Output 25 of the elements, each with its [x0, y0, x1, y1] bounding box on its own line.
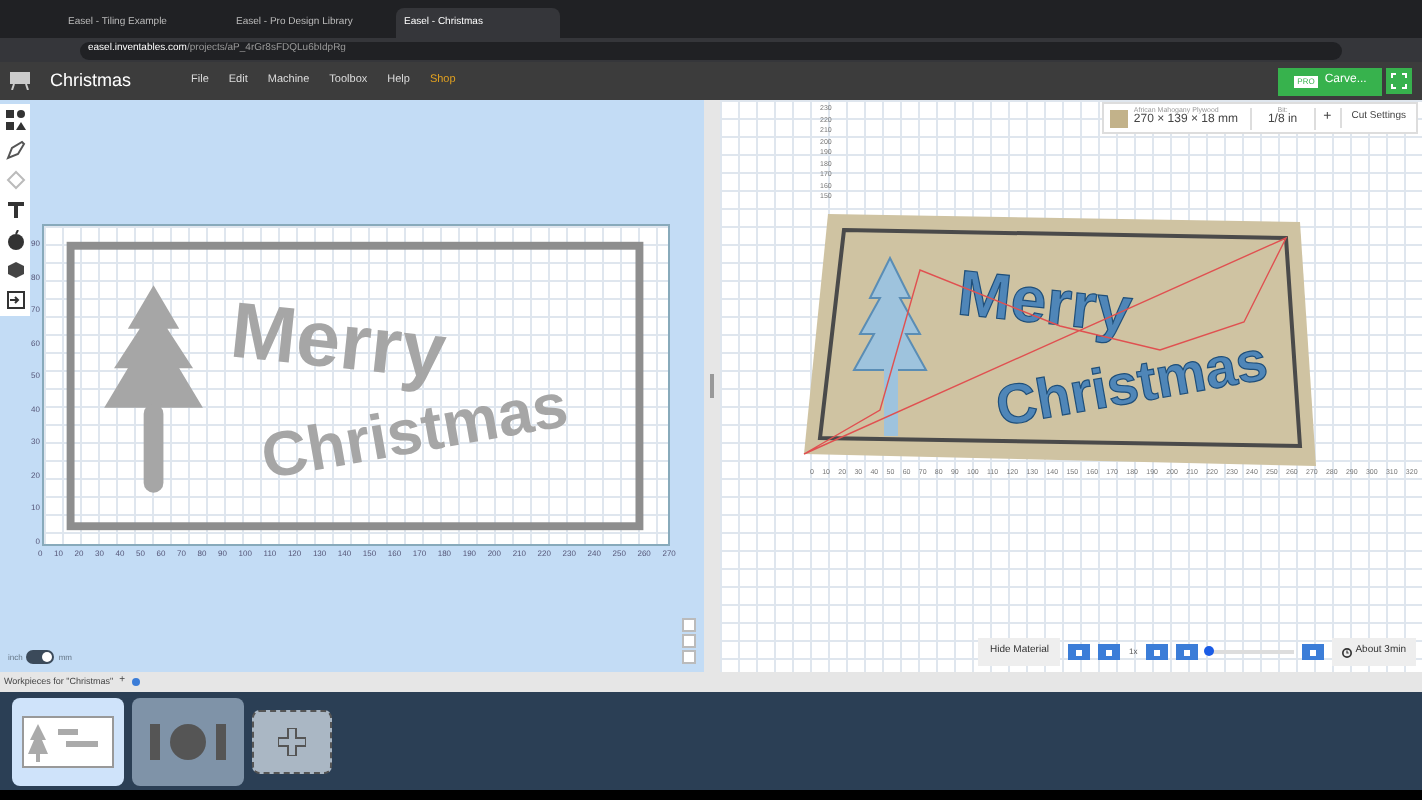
material-swatch — [1109, 109, 1128, 127]
cube-icon[interactable] — [5, 260, 25, 280]
prev-button[interactable] — [1098, 644, 1121, 660]
design-thumbnail-drawing — [22, 715, 114, 767]
expand-icon[interactable] — [1386, 68, 1412, 94]
skip-end-button[interactable] — [1301, 644, 1324, 660]
project-title[interactable]: Christmas — [50, 67, 132, 95]
workpiece-thumbnail[interactable] — [12, 697, 124, 785]
text-icon[interactable] — [5, 200, 25, 220]
add-workpiece-button[interactable] — [252, 709, 332, 773]
slider-thumb[interactable] — [1203, 646, 1214, 656]
pen-icon[interactable] — [5, 140, 25, 160]
end-button[interactable] — [1175, 644, 1198, 660]
node-icon[interactable] — [5, 170, 25, 190]
apple-icon[interactable] — [5, 230, 25, 250]
plus-icon — [278, 727, 306, 755]
help-icon[interactable] — [131, 678, 140, 686]
play-button[interactable] — [1068, 644, 1091, 660]
import-icon[interactable] — [5, 290, 25, 310]
workpiece-thumbnail[interactable] — [132, 697, 244, 785]
shapes-icon[interactable] — [5, 110, 25, 130]
next-button[interactable] — [1145, 644, 1168, 660]
easel-logo-icon[interactable] — [10, 72, 30, 90]
unit-toggle[interactable] — [26, 650, 55, 664]
clock-icon — [1341, 647, 1352, 657]
